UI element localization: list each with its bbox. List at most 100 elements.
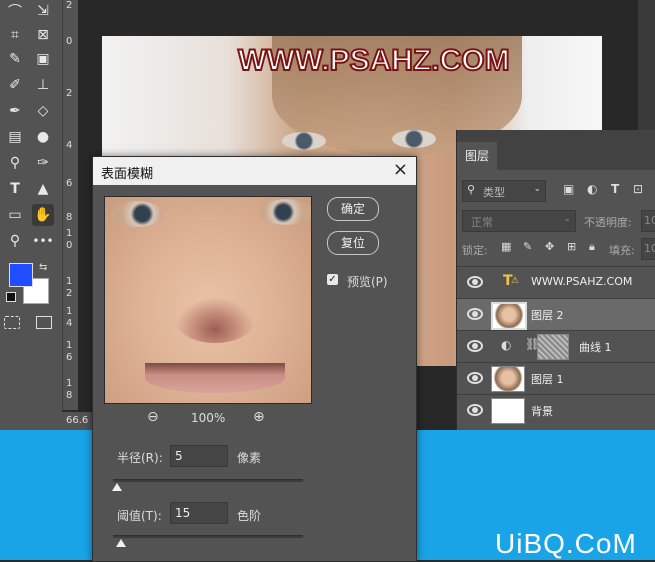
ok-button[interactable]: 确定	[327, 197, 379, 221]
lock-transparent-icon[interactable]: ▦	[501, 240, 511, 253]
preview-mouth	[145, 363, 285, 393]
tab-layers[interactable]: 图层	[457, 142, 497, 170]
layers-panel: 图层 ⚲ 类型 ⌄ ▣ ◐ T ⊡ 正常 ⌄ 不透明度: 10 锁定: ▦ ✎ …	[456, 130, 655, 430]
lock-all-icon[interactable]: 🔒︎	[589, 240, 595, 254]
crop-icon[interactable]: ⌗	[4, 24, 26, 46]
layer-row[interactable]: 图层 1	[457, 362, 655, 394]
radius-unit: 像素	[237, 451, 262, 465]
blend-mode-select[interactable]: 正常 ⌄	[462, 210, 576, 232]
eye-icon[interactable]	[467, 372, 483, 384]
zoom-status: 66.6	[62, 412, 96, 430]
lasso-icon[interactable]: ⌒	[4, 0, 26, 22]
opacity-input[interactable]: 10	[641, 210, 655, 232]
dialog-titlebar[interactable]: 表面模糊 ×	[93, 157, 416, 185]
filter-type-icon[interactable]: T	[611, 182, 619, 196]
fill-input[interactable]: 10	[641, 238, 655, 260]
search-icon: ⚲	[467, 183, 476, 196]
vertical-ruler: 2 0 2 4 6 8 1 0 1 2 1 4 1 6 1 8	[62, 0, 79, 410]
rectangle-icon[interactable]: ▭	[4, 204, 26, 226]
radius-input[interactable]: 5	[170, 445, 228, 467]
brush-icon[interactable]: ✐	[4, 74, 26, 96]
close-icon[interactable]: ×	[393, 159, 408, 180]
stamp-icon[interactable]: ⊥	[32, 74, 54, 96]
ruler-number: 0	[66, 240, 73, 251]
more-icon[interactable]: •••	[32, 230, 54, 252]
hand-icon[interactable]: ✋	[32, 204, 54, 226]
eye-icon[interactable]	[467, 276, 483, 288]
preview-eye	[111, 201, 163, 227]
lock-artboard-icon[interactable]: ⊞	[567, 240, 576, 253]
filter-adjustment-icon[interactable]: ◐	[587, 182, 597, 196]
zoom-level: 100%	[191, 411, 226, 425]
threshold-label: 阈值(T):	[117, 509, 162, 523]
preview-checkbox[interactable]: ✓	[327, 274, 338, 285]
path-select-icon[interactable]: ▲	[32, 178, 54, 200]
pen-icon[interactable]: ✑	[32, 152, 54, 174]
patch-icon[interactable]: ▣	[32, 48, 54, 70]
threshold-slider[interactable]	[113, 535, 303, 538]
ruler-number: 6	[66, 352, 73, 363]
reset-button[interactable]: 复位	[327, 231, 379, 255]
gradient-icon[interactable]: ▤	[4, 126, 26, 148]
frame-icon[interactable]: ⊠	[32, 24, 54, 46]
eye-icon[interactable]	[467, 404, 483, 416]
opacity-value: 10	[644, 214, 655, 227]
warning-icon: ⚠	[511, 276, 520, 286]
move-select-icon[interactable]: ⇲	[32, 0, 54, 22]
layer-row-text[interactable]: T ⚠ WWW.PSAHZ.COM	[457, 266, 655, 298]
layer-name: 图层 2	[531, 309, 564, 322]
panel-dock-strip	[638, 0, 655, 130]
radius-slider[interactable]	[113, 479, 303, 482]
lock-paint-icon[interactable]: ✎	[523, 240, 532, 253]
layer-thumbnail	[491, 366, 525, 392]
radius-label: 半径(R):	[117, 451, 163, 465]
filter-shape-icon[interactable]: ⊡	[633, 182, 643, 196]
layer-thumbnail	[491, 302, 527, 330]
ruler-number: 1	[66, 306, 73, 317]
foreground-color-swatch[interactable]	[9, 263, 33, 287]
radius-slider-handle[interactable]	[111, 483, 122, 491]
preview-label: 预览(P)	[347, 275, 388, 289]
dialog-title: 表面模糊	[101, 167, 154, 182]
ruler-number: 6	[66, 178, 73, 189]
eyedropper-icon[interactable]: ✎	[4, 48, 26, 70]
layer-row-selected[interactable]: 图层 2	[457, 298, 655, 330]
screen-mode-icon[interactable]	[36, 316, 52, 329]
eraser-icon[interactable]: ◇	[32, 100, 54, 122]
ruler-number: 1	[66, 276, 73, 287]
layer-thumbnail	[491, 398, 525, 424]
filter-preview[interactable]	[104, 196, 312, 404]
fill-label: 填充:	[609, 244, 635, 257]
layer-filter-select[interactable]: ⚲ 类型 ⌄	[462, 180, 546, 202]
curves-adjustment-icon: ◐	[501, 338, 512, 352]
layers-tabbar: 图层	[457, 130, 655, 170]
eye-icon[interactable]	[467, 340, 483, 352]
threshold-input[interactable]: 15	[170, 502, 228, 524]
quick-mask-icon[interactable]	[4, 316, 20, 329]
blend-mode-value: 正常	[471, 216, 493, 229]
history-brush-icon[interactable]: ✒	[4, 100, 26, 122]
filter-image-icon[interactable]: ▣	[563, 182, 574, 196]
default-colors-icon[interactable]	[6, 292, 16, 302]
surface-blur-dialog: 表面模糊 × ⊖ 100% ⊕ 确定 复位 ✓ 预览(P) 半径(R): 5 像…	[92, 156, 417, 562]
ruler-number: 0	[66, 36, 73, 47]
swap-colors-icon[interactable]: ⇆	[39, 262, 47, 273]
eye-icon[interactable]	[467, 308, 483, 320]
ruler-number: 2	[66, 88, 73, 99]
lock-move-icon[interactable]: ✥	[545, 240, 554, 253]
preview-eye	[259, 199, 311, 225]
layer-row-background[interactable]: 背景	[457, 394, 655, 426]
threshold-slider-handle[interactable]	[115, 539, 126, 547]
threshold-unit: 色阶	[237, 509, 262, 523]
zoom-out-icon[interactable]: ⊖	[147, 409, 159, 425]
zoom-icon[interactable]: ⚲	[4, 230, 26, 252]
layer-row-adjustment[interactable]: ◐ ⛓ 曲线 1	[457, 330, 655, 362]
layer-name: 图层 1	[531, 373, 564, 386]
ruler-number: 2	[66, 288, 73, 299]
blur-icon[interactable]: ●	[32, 126, 54, 148]
type-icon[interactable]: T	[4, 178, 26, 200]
dodge-icon[interactable]: ⚲	[4, 152, 26, 174]
site-watermark: UiBQ.CoM	[495, 528, 637, 559]
ruler-number: 2	[66, 0, 73, 11]
zoom-in-icon[interactable]: ⊕	[253, 409, 265, 425]
